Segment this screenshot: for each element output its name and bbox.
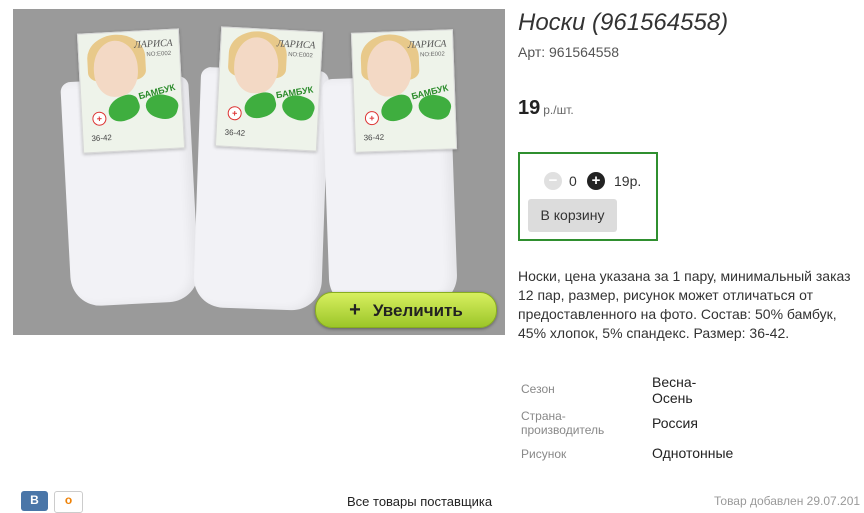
medical-cross-icon: + <box>92 111 107 127</box>
vk-label: В <box>30 493 39 507</box>
order-total: 19р. <box>614 173 642 189</box>
product-photo[interactable]: ЛАРИСА NO:E002 БАМБУК + 36-42 ЛАРИСА NO:… <box>13 9 505 335</box>
property-value: Однотонные <box>652 445 734 461</box>
price-unit: р./шт. <box>543 103 574 117</box>
package-size: 36-42 <box>363 132 385 143</box>
package-brand: ЛАРИСА <box>276 38 316 52</box>
quantity-value[interactable]: 0 <box>569 173 577 189</box>
product-description: Носки, цена указана за 1 пару, минимальн… <box>518 268 851 341</box>
package-card-left: ЛАРИСА NO:E002 БАМБУК + 36-42 <box>76 28 186 154</box>
package-size: 36-42 <box>224 127 246 138</box>
property-value: Весна-Осень <box>652 374 697 406</box>
green-ribbon-icon <box>380 94 451 122</box>
zoom-button[interactable]: + Увеличить <box>315 292 497 328</box>
package-card-right: ЛАРИСА NO:E002 БАМБУК + 36-42 <box>350 29 458 153</box>
price-value: 19 <box>518 97 541 119</box>
product-price: 19 р./шт. <box>518 97 574 120</box>
medical-cross-icon: + <box>364 110 380 126</box>
package-model: NO:E002 <box>419 51 445 59</box>
green-ribbon-icon <box>243 93 314 123</box>
property-label: Рисунок <box>521 447 567 461</box>
odnoklassniki-share-icon[interactable]: о <box>54 491 83 513</box>
ok-label: о <box>64 493 73 507</box>
vk-share-icon[interactable]: В <box>21 491 48 511</box>
green-ribbon-icon <box>107 94 178 124</box>
property-label: Страна-производитель <box>521 409 605 437</box>
property-label: Сезон <box>521 382 555 396</box>
medical-cross-icon: + <box>227 105 243 121</box>
buy-box: − 0 + 19р. В корзину <box>518 152 658 241</box>
package-brand: ЛАРИСА <box>133 37 173 51</box>
product-sku: Арт: 961564558 <box>518 44 620 60</box>
plus-circle-icon[interactable]: + <box>587 172 605 190</box>
package-brand: ЛАРИСА <box>407 38 447 51</box>
added-date: Товар добавлен 29.07.201 <box>714 494 861 508</box>
package-card-middle: ЛАРИСА NO:E002 БАМБУК + 36-42 <box>214 26 324 152</box>
minus-icon[interactable]: − <box>544 172 562 190</box>
package-size: 36-42 <box>91 133 113 144</box>
package-model: NO:E002 <box>146 50 172 59</box>
product-title: Носки (961564558) <box>518 9 729 36</box>
zoom-label: Увеличить <box>372 301 463 320</box>
property-value: Россия <box>652 415 698 431</box>
package-model: NO:E002 <box>287 51 313 60</box>
add-to-cart-button[interactable]: В корзину <box>528 199 617 232</box>
plus-icon: + <box>349 299 361 321</box>
